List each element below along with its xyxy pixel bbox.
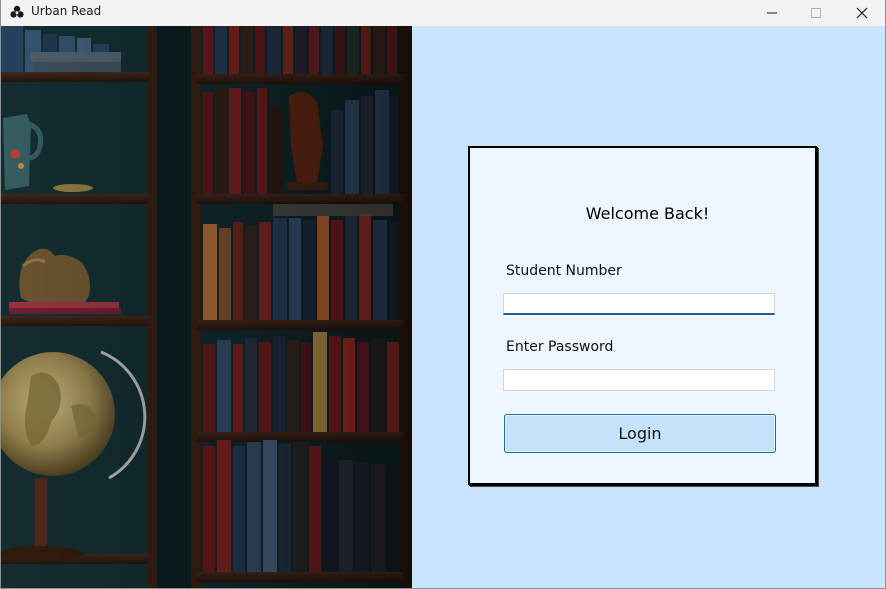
urban-read-app-icon [10,5,24,18]
bookshelf-image [1,26,412,588]
maximize-icon [811,8,821,18]
password-input[interactable] [503,369,775,391]
close-icon [856,7,868,19]
window-title: Urban Read [31,4,102,18]
maximize-button[interactable] [793,0,839,26]
student-number-label: Student Number [506,263,622,279]
bookshelf-photo [1,26,412,588]
login-button-label: Login [618,424,662,443]
login-panel: Welcome Back! Student Number Enter Passw… [412,26,885,588]
minimize-button[interactable] [749,0,795,26]
password-label: Enter Password [506,339,614,355]
title-bar[interactable]: Urban Read [1,0,885,26]
login-button[interactable]: Login [504,414,776,453]
app-window: Urban Read Welcome Back! Student Number … [0,0,886,589]
minimize-icon [767,12,777,14]
student-number-input[interactable] [503,293,775,315]
login-card: Welcome Back! Student Number Enter Passw… [468,146,817,485]
close-button[interactable] [839,0,885,26]
welcome-heading: Welcome Back! [585,204,710,223]
